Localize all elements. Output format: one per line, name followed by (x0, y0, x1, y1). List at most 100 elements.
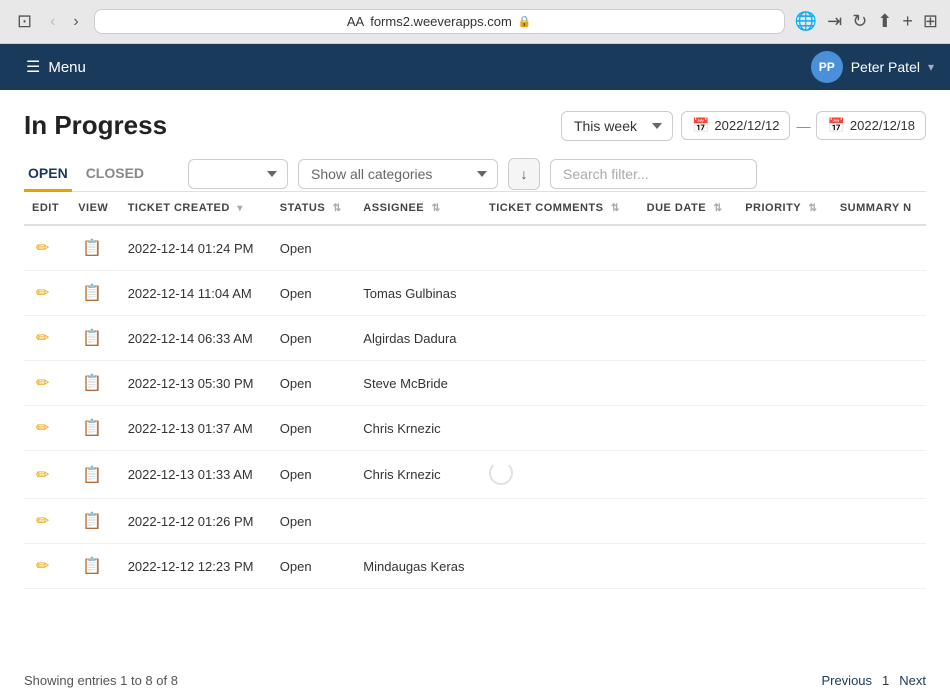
sort-down-icon: ↓ (521, 166, 528, 182)
ticket-comments-cell (481, 406, 639, 451)
edit-button[interactable]: ✏ (32, 554, 53, 578)
main-content: In Progress This week Last week This mon… (0, 90, 950, 696)
status-filter-dropdown[interactable] (188, 159, 288, 189)
edit-button[interactable]: ✏ (32, 236, 53, 260)
ticket-created-cell: 2022-12-12 01:26 PM (120, 499, 272, 544)
priority-cell (737, 225, 832, 271)
view-button[interactable]: 📋 (78, 371, 106, 395)
grid-icon[interactable]: ⊞ (923, 11, 938, 32)
address-text: forms2.weeverapps.com (370, 14, 512, 29)
summary-cell (832, 316, 926, 361)
ticket-created-cell: 2022-12-14 06:33 AM (120, 316, 272, 361)
table-row: ✏ 📋 2022-12-13 01:33 AMOpenChris Krnezic (24, 451, 926, 499)
reload-icon[interactable]: ↻ (852, 11, 867, 32)
due-date-cell (639, 316, 738, 361)
ticket-created-cell: 2022-12-12 12:23 PM (120, 544, 272, 589)
assignee-cell: Algirdas Dadura (355, 316, 481, 361)
priority-cell (737, 544, 832, 589)
col-ticket-comments[interactable]: TICKET COMMENTS ⇅ (481, 192, 639, 225)
due-date-cell (639, 499, 738, 544)
assignee-cell: Steve McBride (355, 361, 481, 406)
assignee-cell (355, 225, 481, 271)
status-cell: Open (272, 544, 356, 589)
assignee-cell: Chris Krnezic (355, 451, 481, 499)
priority-cell (737, 451, 832, 499)
date-from-pill[interactable]: 📅 2022/12/12 (681, 111, 791, 140)
col-priority[interactable]: PRIORITY ⇅ (737, 192, 832, 225)
upload-icon[interactable]: ⬆ (877, 11, 892, 32)
top-nav: ☰ Menu PP Peter Patel ▾ (0, 44, 950, 90)
summary-cell (832, 271, 926, 316)
sort-direction-button[interactable]: ↓ (508, 158, 540, 190)
table-body: ✏📋2022-12-14 01:24 PMOpen✏📋2022-12-14 11… (24, 225, 926, 589)
view-button[interactable]: 📋 (78, 554, 106, 578)
status-cell: Open (272, 499, 356, 544)
user-chevron-icon[interactable]: ▾ (928, 60, 934, 74)
menu-button[interactable]: ☰ Menu (16, 51, 96, 83)
font-size-label: AA (347, 14, 364, 29)
forward-button[interactable]: › (68, 11, 83, 33)
edit-button[interactable]: ✏ (32, 416, 53, 440)
ticket-comments-cell (481, 316, 639, 361)
view-button[interactable]: 📋 (78, 236, 106, 260)
page-header: In Progress This week Last week This mon… (24, 110, 926, 141)
search-input[interactable] (550, 159, 757, 189)
view-button[interactable]: 📋 (78, 281, 106, 305)
edit-button[interactable]: ✏ (32, 371, 53, 395)
new-tab-icon[interactable]: + (902, 11, 913, 32)
category-filter-dropdown[interactable]: Show all categories (298, 159, 498, 189)
date-from-value: 2022/12/12 (714, 118, 779, 133)
ticket-comments-cell (481, 225, 639, 271)
back-button[interactable]: ‹ (45, 11, 60, 33)
view-button[interactable]: 📋 (78, 463, 106, 487)
previous-page-button[interactable]: Previous (821, 673, 872, 688)
view-button[interactable]: 📋 (78, 326, 106, 350)
pagination-controls: Previous 1 Next (821, 673, 926, 688)
table-container: EDIT VIEW TICKET CREATED ▾ STATUS ⇅ ASSI… (24, 192, 926, 661)
ticket-created-cell: 2022-12-14 01:24 PM (120, 225, 272, 271)
col-view: VIEW (70, 192, 119, 225)
summary-cell (832, 499, 926, 544)
status-cell: Open (272, 316, 356, 361)
date-to-pill[interactable]: 📅 2022/12/18 (816, 111, 926, 140)
ticket-comments-cell (481, 361, 639, 406)
edit-button[interactable]: ✏ (32, 509, 53, 533)
ticket-created-cell: 2022-12-13 01:33 AM (120, 451, 272, 499)
due-date-cell (639, 406, 738, 451)
filter-row: OPEN CLOSED Show all categories ↓ (24, 157, 926, 192)
status-cell: Open (272, 361, 356, 406)
pagination-bar: Showing entries 1 to 8 of 8 Previous 1 N… (24, 661, 926, 696)
browser-chrome: ⊡ ‹ › AA forms2.weeverapps.com 🔒 🌐 ⇥ ↻ ⬆… (0, 0, 950, 44)
edit-button[interactable]: ✏ (32, 463, 53, 487)
table-row: ✏📋2022-12-14 01:24 PMOpen (24, 225, 926, 271)
header-controls: This week Last week This month Last mont… (561, 111, 926, 141)
due-date-cell (639, 544, 738, 589)
col-status[interactable]: STATUS ⇅ (272, 192, 356, 225)
menu-label: Menu (48, 59, 86, 76)
hamburger-icon: ☰ (26, 57, 40, 77)
user-name-label: Peter Patel (851, 59, 920, 75)
due-date-cell (639, 271, 738, 316)
col-due-date[interactable]: DUE DATE ⇅ (639, 192, 738, 225)
tab-closed[interactable]: CLOSED (82, 157, 148, 192)
table-row: ✏ 📋 2022-12-12 01:26 PMOpen (24, 499, 926, 544)
view-button[interactable]: 📋 (78, 509, 106, 533)
table-row: ✏📋2022-12-13 05:30 PMOpenSteve McBride (24, 361, 926, 406)
tab-open[interactable]: OPEN (24, 157, 72, 192)
summary-cell (832, 361, 926, 406)
due-date-cell (639, 225, 738, 271)
share-icon: ⇥ (827, 11, 842, 32)
status-cell: Open (272, 451, 356, 499)
sidebar-toggle-button[interactable]: ⊡ (12, 9, 37, 34)
date-filter-dropdown[interactable]: This week Last week This month Last mont… (561, 111, 673, 141)
priority-cell (737, 406, 832, 451)
address-bar[interactable]: AA forms2.weeverapps.com 🔒 (94, 9, 785, 34)
edit-button[interactable]: ✏ (32, 326, 53, 350)
next-page-button[interactable]: Next (899, 673, 926, 688)
col-ticket-created[interactable]: TICKET CREATED ▾ (120, 192, 272, 225)
page-title: In Progress (24, 110, 167, 141)
avatar: PP (811, 51, 843, 83)
view-button[interactable]: 📋 (78, 416, 106, 440)
col-assignee[interactable]: ASSIGNEE ⇅ (355, 192, 481, 225)
edit-button[interactable]: ✏ (32, 281, 53, 305)
